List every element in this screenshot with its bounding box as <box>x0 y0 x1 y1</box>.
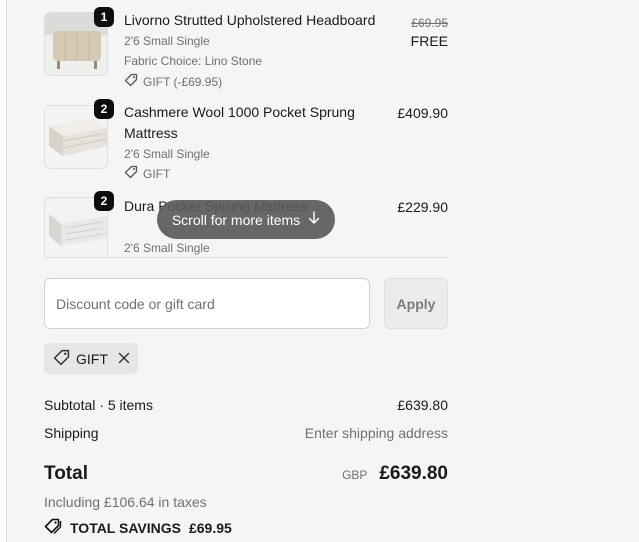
total-row: Total GBP £639.80 <box>44 463 448 485</box>
savings-label: TOTAL SAVINGS <box>70 519 181 536</box>
close-icon[interactable] <box>118 351 130 367</box>
shipping-label: Shipping <box>44 425 99 441</box>
subtotal-value: £639.80 <box>397 397 448 413</box>
item-price: £229.90 <box>397 199 448 215</box>
quantity-badge: 2 <box>94 191 114 211</box>
taxes-row: Including £106.64 in taxes <box>44 494 448 510</box>
applied-code-label: GIFT <box>76 350 108 367</box>
shipping-row: Shipping Enter shipping address <box>44 425 448 441</box>
subtotal-row: Subtotal · 5 items £639.80 <box>44 397 448 413</box>
shipping-value: Enter shipping address <box>304 425 448 441</box>
discount-code-input[interactable] <box>44 278 370 329</box>
total-label: Total <box>44 463 88 484</box>
total-currency: GBP <box>342 468 368 482</box>
total-value: £639.80 <box>379 463 448 484</box>
item-size: 2'6 Small Single <box>124 241 210 255</box>
scroll-hint-label: Scroll for more items <box>171 211 301 228</box>
subtotal-label: Subtotal · 5 items <box>44 397 153 413</box>
total-savings: TOTAL SAVINGS £69.95 <box>44 518 232 537</box>
scroll-for-more-button[interactable]: Scroll for more items <box>157 200 335 239</box>
arrow-down-icon <box>308 211 320 228</box>
tag-icon <box>53 349 70 369</box>
apply-discount-button[interactable]: Apply <box>384 278 448 329</box>
taxes-note: Including £106.64 in taxes <box>44 494 207 510</box>
tag-icon <box>44 518 62 537</box>
left-panel-edge <box>0 0 7 542</box>
savings-value: £69.95 <box>188 519 232 536</box>
applied-code-chip: GIFT <box>44 343 138 374</box>
